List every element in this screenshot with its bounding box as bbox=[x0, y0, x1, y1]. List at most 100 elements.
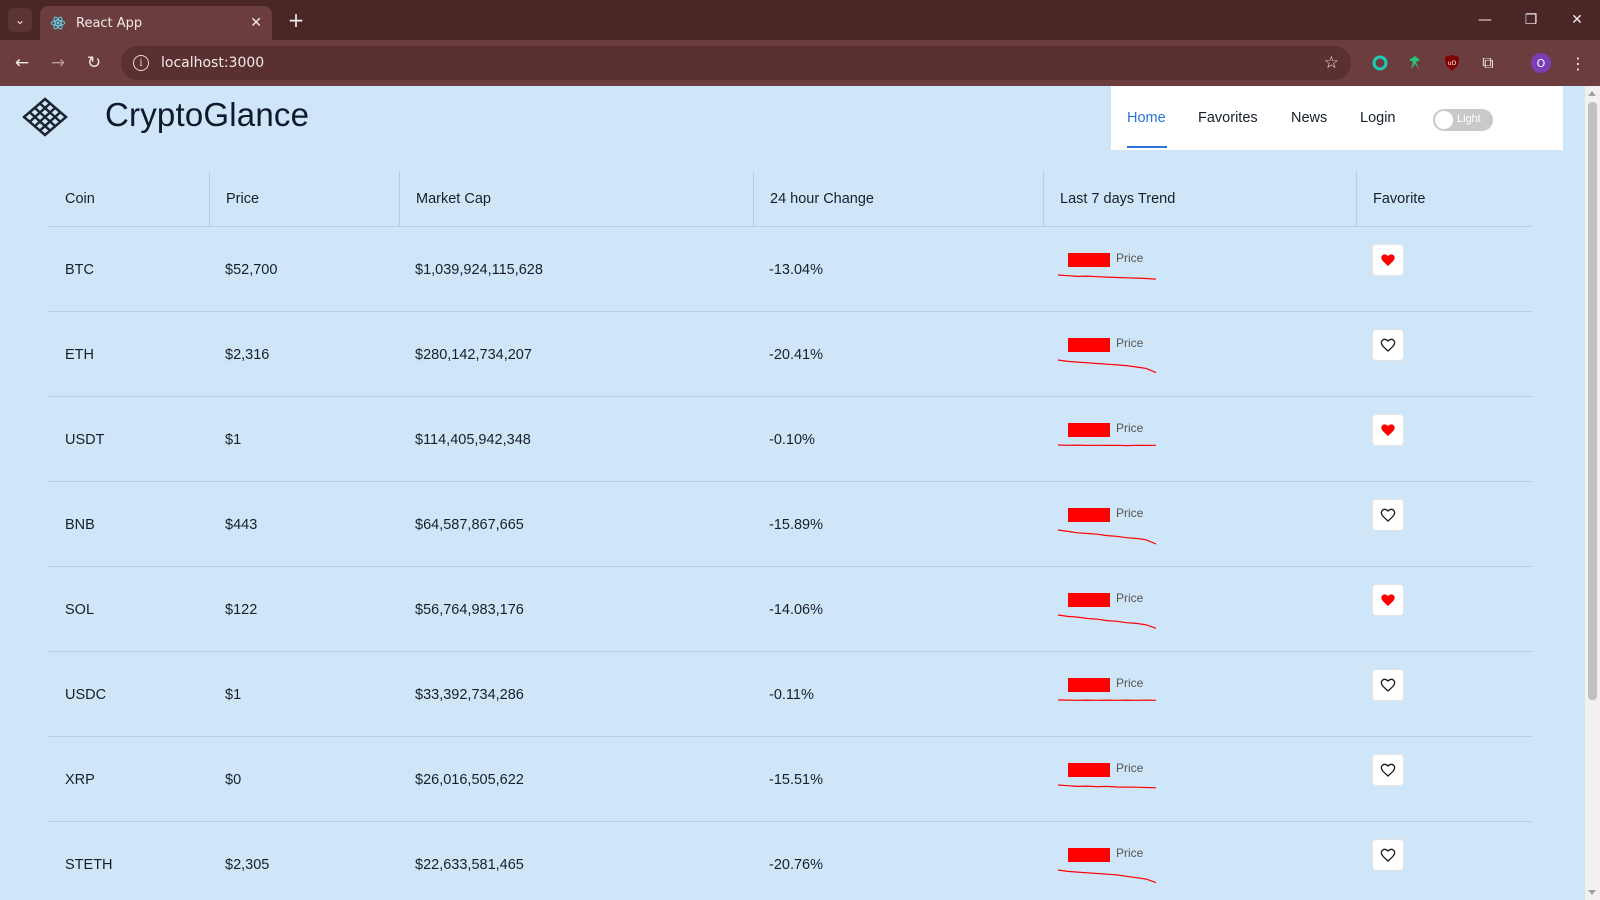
trend-line bbox=[1057, 699, 1157, 701]
browser-tab[interactable]: React App ✕ bbox=[40, 6, 272, 40]
table-row[interactable]: STETH $2,305 $22,633,581,465 -20.76% Price bbox=[49, 822, 1532, 900]
table-row[interactable]: USDC $1 $33,392,734,286 -0.11% Price bbox=[49, 652, 1532, 737]
favorite-button[interactable] bbox=[1372, 329, 1404, 361]
cell-price: $52,700 bbox=[225, 261, 278, 278]
tab-search-button[interactable]: ⌄ bbox=[8, 8, 32, 32]
nav-login[interactable]: Login bbox=[1360, 110, 1395, 126]
favorite-button[interactable] bbox=[1372, 754, 1404, 786]
favorite-button[interactable] bbox=[1372, 839, 1404, 871]
column-header-favorite: Favorite bbox=[1356, 171, 1532, 227]
bookmark-star-icon[interactable]: ☆ bbox=[1324, 53, 1339, 73]
theme-toggle-label: Light bbox=[1457, 113, 1481, 125]
cell-24h-change: -14.06% bbox=[769, 601, 824, 618]
heart-outline-icon bbox=[1380, 678, 1396, 692]
cell-24h-change: -20.41% bbox=[769, 346, 824, 363]
legend-label: Price bbox=[1116, 761, 1144, 775]
legend-label: Price bbox=[1116, 591, 1144, 605]
legend-swatch bbox=[1068, 253, 1110, 267]
table-row[interactable]: XRP $0 $26,016,505,622 -15.51% Price bbox=[49, 737, 1532, 822]
favorite-button[interactable] bbox=[1372, 669, 1404, 701]
react-icon bbox=[50, 16, 66, 30]
legend-label: Price bbox=[1116, 676, 1144, 690]
legend-label: Price bbox=[1116, 506, 1144, 520]
trend-sparkline: Price bbox=[1056, 322, 1166, 382]
table-row[interactable]: USDT $1 $114,405,942,348 -0.10% Price bbox=[49, 397, 1532, 482]
cell-market-cap: $280,142,734,207 bbox=[415, 346, 532, 363]
extensions-puzzle-icon[interactable]: ⧉ bbox=[1478, 53, 1498, 73]
cell-coin: STETH bbox=[65, 856, 113, 873]
top-navigation: Home Favorites News Login Light bbox=[1111, 86, 1563, 150]
cell-coin: SOL bbox=[65, 601, 95, 618]
legend-label: Price bbox=[1116, 846, 1144, 860]
coins-table: Coin Price Market Cap 24 hour Change Las… bbox=[49, 171, 1532, 900]
trend-line bbox=[1057, 869, 1157, 884]
cell-price: $1 bbox=[225, 431, 242, 448]
extension-circle-icon[interactable] bbox=[1370, 53, 1390, 73]
cell-market-cap: $114,405,942,348 bbox=[415, 431, 531, 448]
legend-label: Price bbox=[1116, 421, 1144, 435]
cell-market-cap: $64,587,867,665 bbox=[415, 516, 524, 533]
heart-filled-icon bbox=[1381, 594, 1395, 606]
scroll-up-arrow-icon[interactable] bbox=[1588, 91, 1596, 96]
url-text[interactable]: localhost:3000 bbox=[161, 55, 264, 71]
favorite-button[interactable] bbox=[1372, 584, 1404, 616]
nav-favorites[interactable]: Favorites bbox=[1198, 110, 1258, 126]
cell-coin: USDC bbox=[65, 686, 107, 703]
favorite-button[interactable] bbox=[1372, 414, 1404, 446]
heart-outline-icon bbox=[1380, 508, 1396, 522]
favorite-button[interactable] bbox=[1372, 499, 1404, 531]
new-tab-button[interactable]: + bbox=[284, 8, 308, 32]
heart-outline-icon bbox=[1380, 338, 1396, 352]
table-row[interactable]: ETH $2,316 $280,142,734,207 -20.41% Price bbox=[49, 312, 1532, 397]
close-window-icon[interactable]: ✕ bbox=[1565, 8, 1589, 32]
trend-line bbox=[1057, 614, 1157, 629]
page-scrollbar[interactable] bbox=[1585, 86, 1600, 900]
cell-market-cap: $33,392,734,286 bbox=[415, 686, 524, 703]
reload-icon[interactable]: ↻ bbox=[82, 51, 106, 75]
extension-runner-icon[interactable] bbox=[1405, 53, 1425, 73]
ublock-icon[interactable]: uO bbox=[1442, 53, 1462, 73]
scroll-down-arrow-icon[interactable] bbox=[1588, 890, 1596, 895]
profile-initial: O bbox=[1531, 53, 1551, 73]
cell-24h-change: -0.10% bbox=[769, 431, 815, 448]
nav-news[interactable]: News bbox=[1291, 110, 1327, 126]
cell-24h-change: -20.76% bbox=[769, 856, 824, 873]
table-row[interactable]: BTC $52,700 $1,039,924,115,628 -13.04% Price bbox=[49, 227, 1532, 312]
scrollbar-thumb[interactable] bbox=[1588, 102, 1597, 700]
address-bar[interactable]: i localhost:3000 ☆ bbox=[121, 46, 1351, 80]
forward-arrow-icon[interactable]: → bbox=[46, 51, 70, 75]
column-header-market-cap: Market Cap bbox=[399, 171, 753, 227]
browser-menu-icon[interactable]: ⋮ bbox=[1568, 53, 1588, 73]
trend-sparkline: Price bbox=[1056, 492, 1166, 552]
nav-home[interactable]: Home bbox=[1127, 110, 1166, 126]
restore-icon[interactable]: ❐ bbox=[1519, 8, 1543, 32]
legend-swatch bbox=[1068, 593, 1110, 607]
favorite-button[interactable] bbox=[1372, 244, 1404, 276]
cell-market-cap: $56,764,983,176 bbox=[415, 601, 524, 618]
theme-toggle[interactable]: Light bbox=[1433, 109, 1493, 131]
cell-price: $2,316 bbox=[225, 346, 270, 363]
table-row[interactable]: BNB $443 $64,587,867,665 -15.89% Price bbox=[49, 482, 1532, 567]
close-tab-icon[interactable]: ✕ bbox=[250, 15, 262, 31]
heart-filled-icon bbox=[1381, 424, 1395, 436]
cell-coin: USDT bbox=[65, 431, 105, 448]
browser-tab-bar: ⌄ React App ✕ + — ❐ ✕ bbox=[0, 0, 1600, 40]
trend-sparkline: Price bbox=[1056, 237, 1166, 297]
table-header: Coin Price Market Cap 24 hour Change Las… bbox=[49, 171, 1532, 227]
site-info-icon[interactable]: i bbox=[133, 55, 149, 71]
profile-avatar[interactable]: O bbox=[1531, 53, 1551, 73]
legend-swatch bbox=[1068, 423, 1110, 437]
minimize-icon[interactable]: — bbox=[1473, 8, 1497, 32]
legend-swatch bbox=[1068, 508, 1110, 522]
back-arrow-icon[interactable]: ← bbox=[10, 51, 34, 75]
cell-24h-change: -15.89% bbox=[769, 516, 824, 533]
cell-coin: BNB bbox=[65, 516, 95, 533]
cell-price: $2,305 bbox=[225, 856, 270, 873]
tab-title: React App bbox=[76, 15, 143, 31]
toggle-knob bbox=[1435, 111, 1453, 129]
brand-title[interactable]: CryptoGlance bbox=[105, 96, 309, 134]
table-row[interactable]: SOL $122 $56,764,983,176 -14.06% Price bbox=[49, 567, 1532, 652]
column-header-24h-change: 24 hour Change bbox=[753, 171, 1043, 227]
active-nav-indicator bbox=[1127, 146, 1167, 148]
trend-line bbox=[1057, 784, 1157, 789]
